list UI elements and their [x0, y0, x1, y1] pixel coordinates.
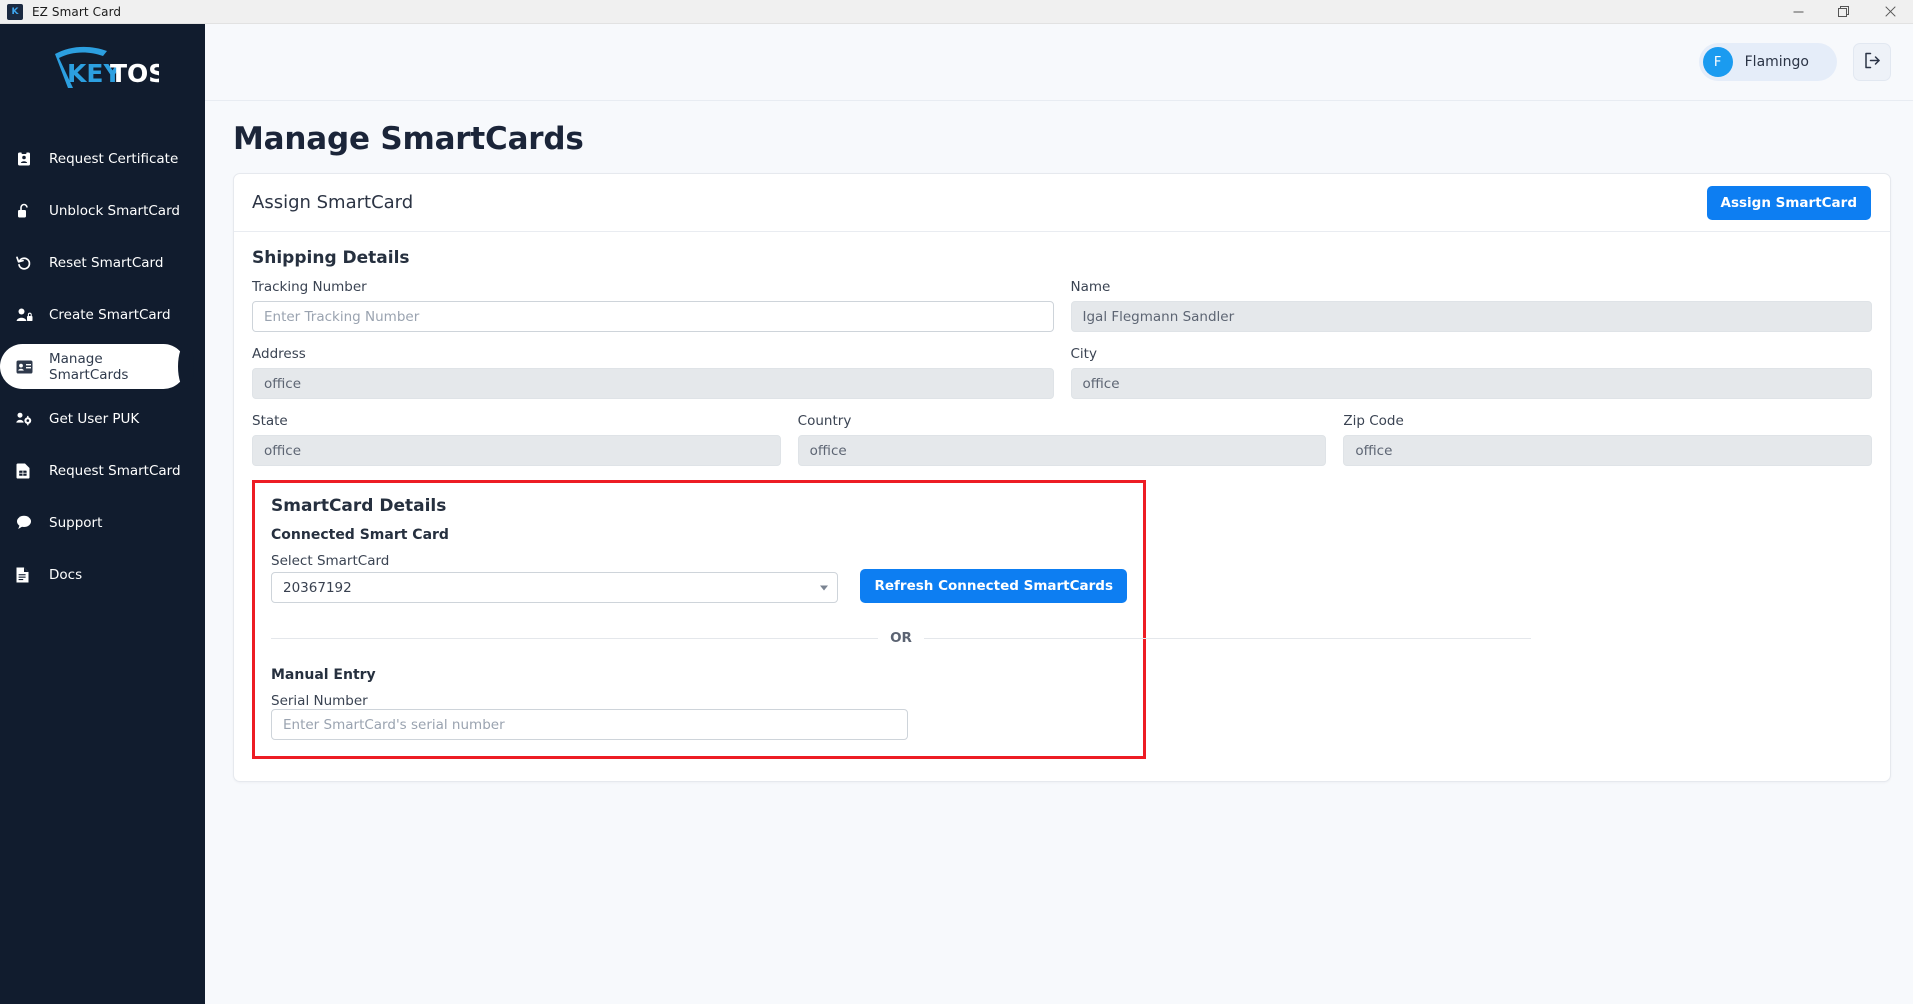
logout-icon: [1864, 52, 1881, 73]
main-area: F Flamingo Manage SmartCards Assign Smar…: [205, 24, 1913, 1004]
tracking-number-input[interactable]: [252, 301, 1054, 332]
avatar: F: [1702, 47, 1733, 77]
sidebar-nav: Request Certificate Unblock SmartCard Re…: [0, 136, 205, 597]
minimize-icon[interactable]: [1775, 0, 1821, 23]
serial-number-label: Serial Number: [271, 693, 368, 709]
top-bar: F Flamingo: [205, 24, 1913, 101]
zip-code-label: Zip Code: [1343, 413, 1404, 429]
chevron-down-icon: [820, 585, 829, 590]
name-input: [1070, 301, 1872, 332]
svg-text:TOS: TOS: [110, 59, 159, 88]
state-input: [252, 435, 781, 466]
sidebar-item-manage-smartcards[interactable]: Manage SmartCards: [0, 344, 194, 389]
logout-button[interactable]: [1853, 43, 1891, 81]
connected-smart-card-label: Connected Smart Card: [271, 527, 449, 543]
document-icon: [16, 566, 42, 584]
name-label: Name: [1070, 279, 1111, 295]
assign-smartcard-card: Assign SmartCard Assign SmartCard Shippi…: [233, 173, 1891, 782]
shipping-details-heading: Shipping Details: [252, 248, 410, 268]
assign-smartcard-button[interactable]: Assign SmartCard: [1706, 185, 1871, 220]
window-controls: [1775, 0, 1913, 23]
select-smartcard-row: 20367192 Refresh Connected SmartCards: [271, 569, 1127, 603]
city-label: City: [1070, 346, 1097, 362]
zip-code-input: [1343, 435, 1873, 466]
card-body: Shipping Details Tracking Number Name: [234, 232, 1890, 781]
select-smartcard-label: Select SmartCard: [271, 553, 390, 569]
restore-icon[interactable]: [1821, 0, 1867, 23]
country-input: [797, 435, 1327, 466]
sidebar-item-label: Support: [49, 514, 103, 531]
users-gear-icon: [16, 410, 42, 428]
chat-bubble-icon: [16, 514, 42, 532]
select-smartcard-dropdown[interactable]: 20367192: [271, 572, 839, 603]
sidebar-item-support[interactable]: Support: [0, 500, 205, 545]
window-title-bar: K EZ Smart Card: [0, 0, 1913, 24]
divider-line-right: [923, 637, 1531, 639]
unlock-icon: [16, 202, 42, 220]
smartcard-details-highlight: SmartCard Details Connected Smart Card S…: [252, 480, 1531, 759]
sidebar-item-label: Get User PUK: [49, 410, 140, 427]
select-smartcard-wrapper: 20367192: [271, 572, 839, 603]
refresh-connected-smartcards-button[interactable]: Refresh Connected SmartCards: [860, 569, 1127, 603]
or-divider: OR: [271, 630, 1531, 646]
sidebar: KEY TOS Request Certificate Unblock Smar…: [0, 24, 205, 1004]
sidebar-item-request-smartcard[interactable]: Request SmartCard: [0, 448, 205, 493]
manual-entry-label: Manual Entry: [271, 667, 376, 683]
name-field: Name: [1070, 279, 1872, 332]
sidebar-item-reset-smartcard[interactable]: Reset SmartCard: [0, 240, 205, 285]
page-content: Manage SmartCards Assign SmartCard Assig…: [205, 101, 1913, 1004]
state-label: State: [252, 413, 288, 429]
sidebar-item-label: Docs: [49, 566, 83, 583]
id-card-icon: [16, 358, 42, 376]
country-field: Country: [797, 413, 1327, 466]
window-title: EZ Smart Card: [32, 4, 122, 19]
city-input: [1070, 368, 1872, 399]
sidebar-item-unblock-smartcard[interactable]: Unblock SmartCard: [0, 188, 205, 233]
sim-card-icon: [16, 462, 42, 480]
sidebar-item-label: Reset SmartCard: [49, 254, 164, 271]
selected-smartcard-value: 20367192: [283, 579, 352, 596]
card-header: Assign SmartCard Assign SmartCard: [234, 174, 1890, 232]
smartcard-details-heading: SmartCard Details: [271, 496, 447, 516]
user-lock-icon: [16, 306, 42, 324]
sidebar-item-request-certificate[interactable]: Request Certificate: [0, 136, 205, 181]
id-badge-icon: [16, 150, 42, 168]
sidebar-item-label: Manage SmartCards: [49, 350, 129, 383]
card-title: Assign SmartCard: [252, 192, 414, 213]
shipping-row-1: Tracking Number Name: [252, 279, 1872, 332]
shipping-row-3: State Country Zip Code: [252, 413, 1873, 466]
sidebar-item-label: Request Certificate: [49, 150, 179, 167]
sidebar-item-label: Unblock SmartCard: [49, 202, 180, 219]
user-name-label: Flamingo: [1744, 54, 1809, 70]
sidebar-item-create-smartcard[interactable]: Create SmartCard: [0, 292, 205, 337]
state-field: State: [252, 413, 781, 466]
country-label: Country: [797, 413, 852, 429]
or-label: OR: [890, 630, 912, 646]
active-indicator-bump: [178, 344, 194, 389]
sidebar-item-label: Request SmartCard: [49, 462, 181, 479]
close-icon[interactable]: [1867, 0, 1913, 23]
zip-code-field: Zip Code: [1343, 413, 1873, 466]
address-field: Address: [252, 346, 1054, 399]
serial-number-input[interactable]: [271, 709, 908, 740]
keytos-shield-icon: K: [7, 3, 23, 20]
tracking-number-label: Tracking Number: [252, 279, 367, 295]
brand-logo[interactable]: KEY TOS: [0, 24, 205, 116]
shipping-row-2: Address City: [252, 346, 1872, 399]
city-field: City: [1070, 346, 1872, 399]
app-shell: KEY TOS Request Certificate Unblock Smar…: [0, 24, 1913, 1004]
undo-arrow-icon: [16, 254, 42, 272]
page-title: Manage SmartCards: [233, 121, 584, 157]
sidebar-item-label: Create SmartCard: [49, 306, 171, 323]
address-label: Address: [252, 346, 306, 362]
sidebar-item-docs[interactable]: Docs: [0, 552, 205, 597]
user-profile-chip[interactable]: F Flamingo: [1698, 43, 1837, 81]
divider-line-left: [271, 637, 879, 639]
address-input: [252, 368, 1054, 399]
sidebar-item-get-user-puk[interactable]: Get User PUK: [0, 396, 205, 441]
tracking-number-field: Tracking Number: [252, 279, 1054, 332]
serial-number-field: [271, 709, 908, 740]
